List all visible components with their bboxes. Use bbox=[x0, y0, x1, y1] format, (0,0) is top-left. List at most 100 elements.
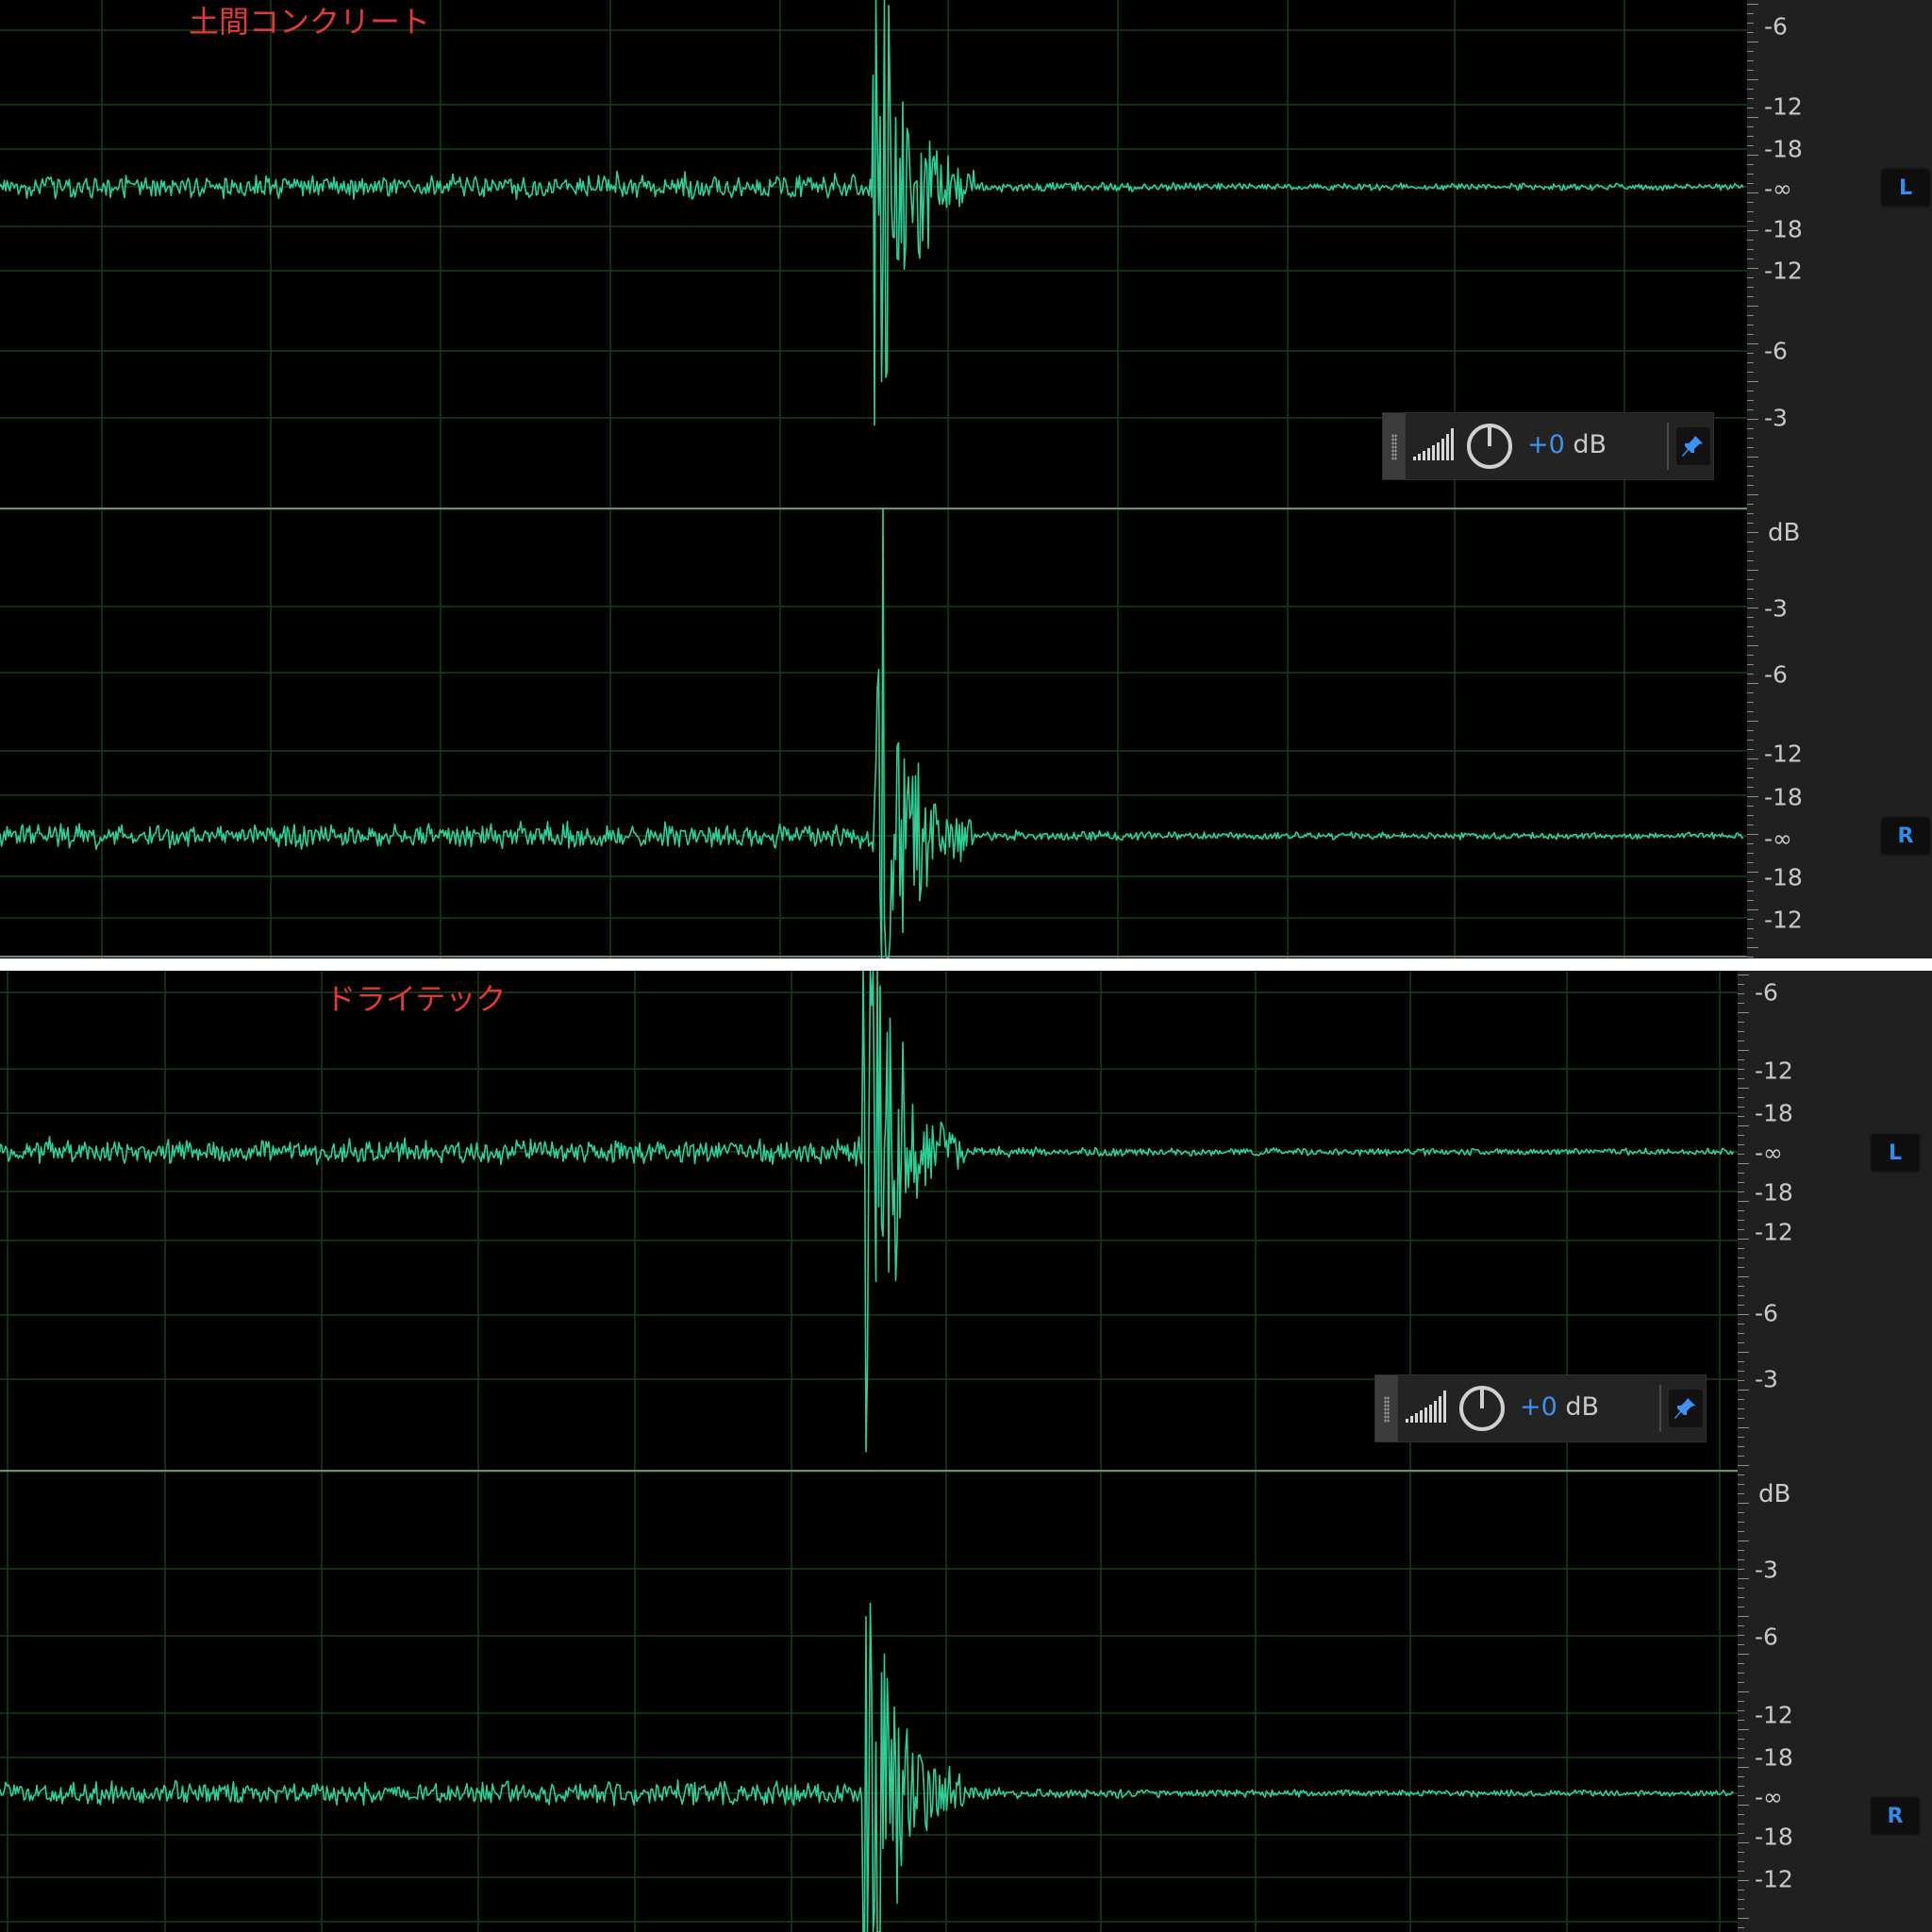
waveform-panel-2: dB -6 -12 -18 -∞ -18 -12 -6 -3 -3 -6 -12 -18 -∞ -18 -1… bbox=[0, 971, 1932, 1932]
gain-hud[interactable]: +0 dB bbox=[1374, 1374, 1707, 1442]
channel-label-l[interactable]: L bbox=[1880, 168, 1931, 208]
grip-dots-icon[interactable] bbox=[1375, 1375, 1398, 1441]
ruler-tick bbox=[1738, 1390, 1749, 1391]
ruler-tick bbox=[1747, 475, 1754, 476]
ruler-tick bbox=[1747, 768, 1754, 769]
waveform-display[interactable] bbox=[0, 971, 1738, 1932]
ruler-tick bbox=[1738, 1842, 1749, 1843]
ruler-tick bbox=[1747, 626, 1754, 627]
ruler-tick bbox=[1738, 1635, 1744, 1636]
ruler-tick bbox=[1738, 1474, 1744, 1475]
ruler-tick bbox=[1738, 1305, 1744, 1306]
ruler-tick bbox=[1747, 230, 1758, 231]
ruler-tick bbox=[1747, 400, 1754, 401]
db-scale-label: -3 bbox=[1764, 594, 1788, 623]
db-ruler[interactable]: dB -6 -12 -18 -∞ -18 -12 -6 -3 -3 -6 -12 -18 -∞ -18 -1… bbox=[1738, 971, 1932, 1932]
ruler-tick bbox=[1738, 1908, 1744, 1909]
ruler-tick bbox=[1747, 192, 1758, 193]
ruler-tick bbox=[1747, 4, 1758, 5]
ruler-tick bbox=[1747, 872, 1758, 873]
ruler-tick bbox=[1747, 749, 1754, 750]
ruler-tick bbox=[1747, 579, 1754, 580]
ruler-tick bbox=[1747, 862, 1754, 863]
ruler-tick bbox=[1738, 1682, 1744, 1683]
ruler-tick bbox=[1747, 504, 1754, 505]
ruler-tick bbox=[1738, 1776, 1744, 1777]
ruler-tick bbox=[1738, 1918, 1749, 1919]
gain-hud[interactable]: +0 dB bbox=[1382, 412, 1714, 480]
db-ruler[interactable]: dB -6 -12 -18 -∞ -18 -12 -6 -3 -3 -6 -12 -18 -∞ -18 -1… bbox=[1747, 0, 1932, 958]
ruler-tick bbox=[1747, 485, 1754, 486]
gain-knob-icon[interactable] bbox=[1465, 422, 1514, 471]
ruler-tick bbox=[1738, 1248, 1744, 1249]
grip-dots-icon[interactable] bbox=[1383, 413, 1406, 479]
ruler-tick bbox=[1747, 211, 1754, 212]
ruler-tick bbox=[1738, 974, 1749, 975]
ruler-tick bbox=[1747, 89, 1754, 90]
db-scale-label: -18 bbox=[1764, 783, 1803, 811]
ruler-tick bbox=[1738, 1088, 1749, 1089]
ruler-tick bbox=[1747, 551, 1754, 552]
ruler-tick bbox=[1747, 258, 1754, 259]
ruler-tick bbox=[1747, 372, 1754, 373]
ruler-tick bbox=[1747, 334, 1754, 335]
gain-unit: dB bbox=[1564, 430, 1607, 459]
ruler-tick bbox=[1747, 570, 1758, 571]
ruler-tick bbox=[1747, 202, 1754, 203]
ruler-tick bbox=[1747, 240, 1754, 241]
gain-value: +0 bbox=[1520, 1392, 1557, 1422]
ruler-tick bbox=[1738, 1625, 1744, 1626]
ruler-tick bbox=[1738, 1739, 1744, 1740]
ruler-tick bbox=[1747, 136, 1754, 137]
ruler-tick bbox=[1747, 758, 1758, 759]
ruler-tick bbox=[1747, 645, 1758, 646]
ruler-tick bbox=[1747, 277, 1754, 278]
db-scale-label: -6 bbox=[1755, 1623, 1778, 1651]
ruler-tick bbox=[1747, 957, 1754, 958]
ruler-tick bbox=[1738, 1342, 1744, 1343]
ruler-tick bbox=[1738, 1399, 1744, 1400]
ruler-tick bbox=[1747, 730, 1754, 731]
channel-label-r[interactable]: R bbox=[1870, 1796, 1921, 1836]
ruler-tick bbox=[1747, 362, 1754, 363]
ruler-tick bbox=[1738, 1805, 1749, 1806]
ruler-tick bbox=[1747, 438, 1754, 439]
waveform-right-channel bbox=[0, 1602, 1734, 1932]
ruler-tick bbox=[1738, 1012, 1749, 1013]
ruler-tick bbox=[1738, 1210, 1744, 1211]
ruler-tick bbox=[1738, 1314, 1749, 1315]
ruler-tick bbox=[1747, 306, 1758, 307]
db-scale-label: -3 bbox=[1764, 404, 1788, 432]
ruler-tick bbox=[1747, 98, 1754, 99]
ruler-tick bbox=[1738, 1427, 1749, 1428]
db-scale-label: -18 bbox=[1755, 1099, 1793, 1127]
db-scale-label: -3 bbox=[1755, 1556, 1778, 1584]
ruler-tick bbox=[1738, 1456, 1744, 1457]
gain-readout[interactable]: +0 dB bbox=[1527, 430, 1607, 459]
ruler-tick bbox=[1747, 919, 1754, 920]
ruler-tick bbox=[1738, 1654, 1749, 1655]
pin-button[interactable] bbox=[1669, 1390, 1703, 1427]
ruler-tick bbox=[1738, 1597, 1744, 1598]
channel-label-l[interactable]: L bbox=[1870, 1133, 1921, 1173]
gain-readout[interactable]: +0 dB bbox=[1520, 1392, 1599, 1422]
ruler-tick bbox=[1747, 287, 1754, 288]
pin-button[interactable] bbox=[1676, 427, 1710, 465]
gain-knob-icon[interactable] bbox=[1457, 1384, 1507, 1433]
ruler-tick bbox=[1747, 589, 1754, 590]
ruler-tick bbox=[1738, 1578, 1749, 1579]
ruler-tick bbox=[1738, 1173, 1744, 1174]
ruler-tick bbox=[1738, 1097, 1744, 1098]
waveform-left-channel bbox=[0, 0, 1744, 426]
channel-label-r[interactable]: R bbox=[1880, 816, 1931, 856]
ruler-tick bbox=[1747, 834, 1758, 835]
db-scale-label: -6 bbox=[1755, 978, 1778, 1007]
ruler-tick bbox=[1738, 1371, 1744, 1372]
ruler-tick bbox=[1747, 796, 1758, 797]
ruler-tick bbox=[1747, 541, 1754, 542]
ruler-tick bbox=[1738, 1361, 1744, 1362]
ruler-tick bbox=[1747, 702, 1754, 703]
ruler-tick bbox=[1738, 1795, 1744, 1796]
ruler-tick bbox=[1738, 1286, 1744, 1287]
ruler-tick bbox=[1747, 428, 1754, 429]
